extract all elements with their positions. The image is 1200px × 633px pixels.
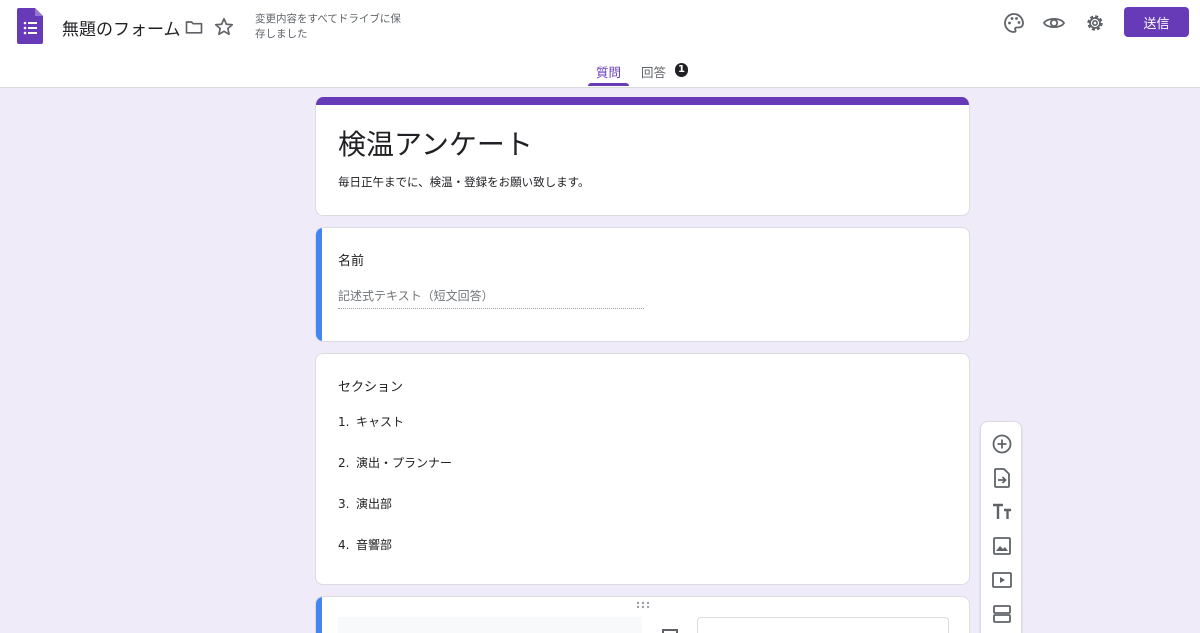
google-forms-logo-icon[interactable]: [17, 8, 43, 44]
add-video-icon[interactable]: [990, 568, 1014, 592]
question-title[interactable]: セクション: [338, 376, 403, 395]
import-questions-icon[interactable]: [990, 466, 1014, 490]
save-status: 変更内容をすべてドライブに保存しました: [255, 13, 401, 40]
add-title-icon[interactable]: [990, 500, 1014, 524]
add-image-icon[interactable]: [990, 534, 1014, 558]
folder-icon[interactable]: [184, 17, 204, 37]
response-count-badge: 1: [675, 63, 688, 77]
add-question-icon[interactable]: [990, 432, 1014, 456]
active-tab-indicator: [588, 83, 629, 86]
question-type-select[interactable]: [697, 617, 949, 633]
list-item[interactable]: 3. 演出部: [338, 496, 452, 537]
question-title-input[interactable]: [338, 617, 642, 633]
add-section-icon[interactable]: [990, 602, 1014, 626]
option-list: 1. キャスト 2. 演出・プランナー 3. 演出部 4. 音響部: [338, 414, 452, 578]
settings-gear-icon[interactable]: [1083, 11, 1107, 35]
option-label: 演出・プランナー: [356, 456, 453, 470]
option-number: 1.: [338, 415, 350, 429]
tab-questions[interactable]: 質問: [596, 62, 621, 81]
option-label: 演出部: [356, 497, 393, 511]
list-item[interactable]: 4. 音響部: [338, 537, 452, 578]
question-card-active[interactable]: [315, 596, 970, 633]
option-number: 3.: [338, 497, 350, 511]
option-label: 音響部: [356, 538, 393, 552]
question-card-name[interactable]: 名前 記述式テキスト（短文回答）: [315, 227, 970, 342]
question-title[interactable]: 名前: [338, 250, 364, 269]
form-title-card[interactable]: 検温アンケート 毎日正午までに、検温・登録をお願い致します。: [315, 97, 970, 216]
star-icon[interactable]: [213, 16, 235, 38]
short-answer-placeholder: 記述式テキスト（短文回答）: [338, 287, 644, 309]
list-item[interactable]: 1. キャスト: [338, 414, 452, 455]
list-item[interactable]: 2. 演出・プランナー: [338, 455, 452, 496]
tab-responses[interactable]: 回答: [641, 62, 666, 81]
side-toolbar: [980, 421, 1022, 633]
tab-bar: 質問 回答: [0, 52, 1200, 88]
preview-eye-icon[interactable]: [1042, 11, 1066, 35]
option-number: 2.: [338, 456, 350, 470]
app-header: 無題のフォーム 変更内容をすべてドライブに保存しました 送信 質問 回答 1: [0, 0, 1200, 88]
title-card-accent-bar: [316, 97, 969, 105]
form-description[interactable]: 毎日正午までに、検温・登録をお願い致します。: [338, 174, 590, 190]
add-image-icon[interactable]: [662, 629, 678, 633]
send-button[interactable]: 送信: [1124, 7, 1189, 37]
document-title[interactable]: 無題のフォーム: [62, 15, 181, 40]
question-card-section[interactable]: セクション 1. キャスト 2. 演出・プランナー 3. 演出部 4. 音響部: [315, 353, 970, 585]
drag-handle-icon[interactable]: [636, 601, 650, 609]
form-title[interactable]: 検温アンケート: [338, 123, 533, 163]
option-label: キャスト: [356, 415, 405, 429]
option-number: 4.: [338, 538, 350, 552]
palette-icon[interactable]: [1002, 11, 1026, 35]
